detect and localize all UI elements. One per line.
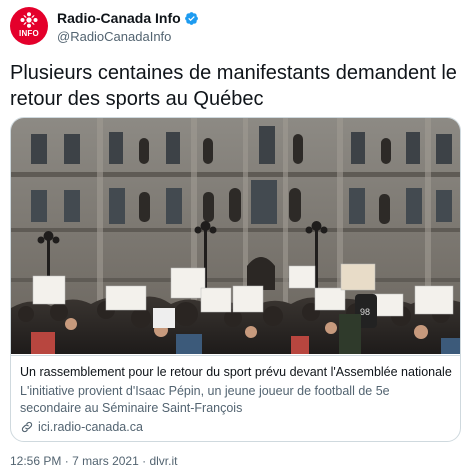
meta-separator: · [64,454,69,468]
card-domain[interactable]: ici.radio-canada.ca [20,420,451,434]
card-description: L'initiative provient d'Isaac Pépin, un … [20,384,390,415]
tweet-header: INFO Radio-Canada Info @RadioCanadaInfo [10,7,199,45]
tweet-source[interactable]: dlvr.it [149,454,177,468]
tweet-text: Plusieurs centaines de manifestants dema… [10,62,457,110]
link-icon [21,421,33,433]
radio-canada-logo-icon [20,12,38,28]
card-image[interactable]: 98 [11,118,460,354]
display-name[interactable]: Radio-Canada Info [57,10,181,26]
tweet-time[interactable]: 12:56 PM [10,454,61,468]
tweet-date[interactable]: 7 mars 2021 [72,454,139,468]
avatar-label: INFO [19,29,39,38]
tweet-meta: 12:56 PM · 7 mars 2021 · dlvr.it [10,454,177,468]
account-names: Radio-Canada Info @RadioCanadaInfo [57,9,199,44]
avatar[interactable]: INFO [10,7,48,45]
protest-crowd-photo: 98 [11,118,460,354]
card-title[interactable]: Un rassemblement pour le retour du sport… [20,364,452,380]
link-card[interactable]: 98 Un rassemblement pour le retour du sp… [10,117,461,442]
verified-badge-icon [184,11,198,25]
meta-separator: · [142,454,147,468]
svg-text:98: 98 [360,307,370,317]
handle[interactable]: @RadioCanadaInfo [57,29,199,44]
card-domain-text: ici.radio-canada.ca [38,420,143,434]
card-body: Un rassemblement pour le retour du sport… [11,355,460,434]
name-row: Radio-Canada Info [57,9,199,28]
